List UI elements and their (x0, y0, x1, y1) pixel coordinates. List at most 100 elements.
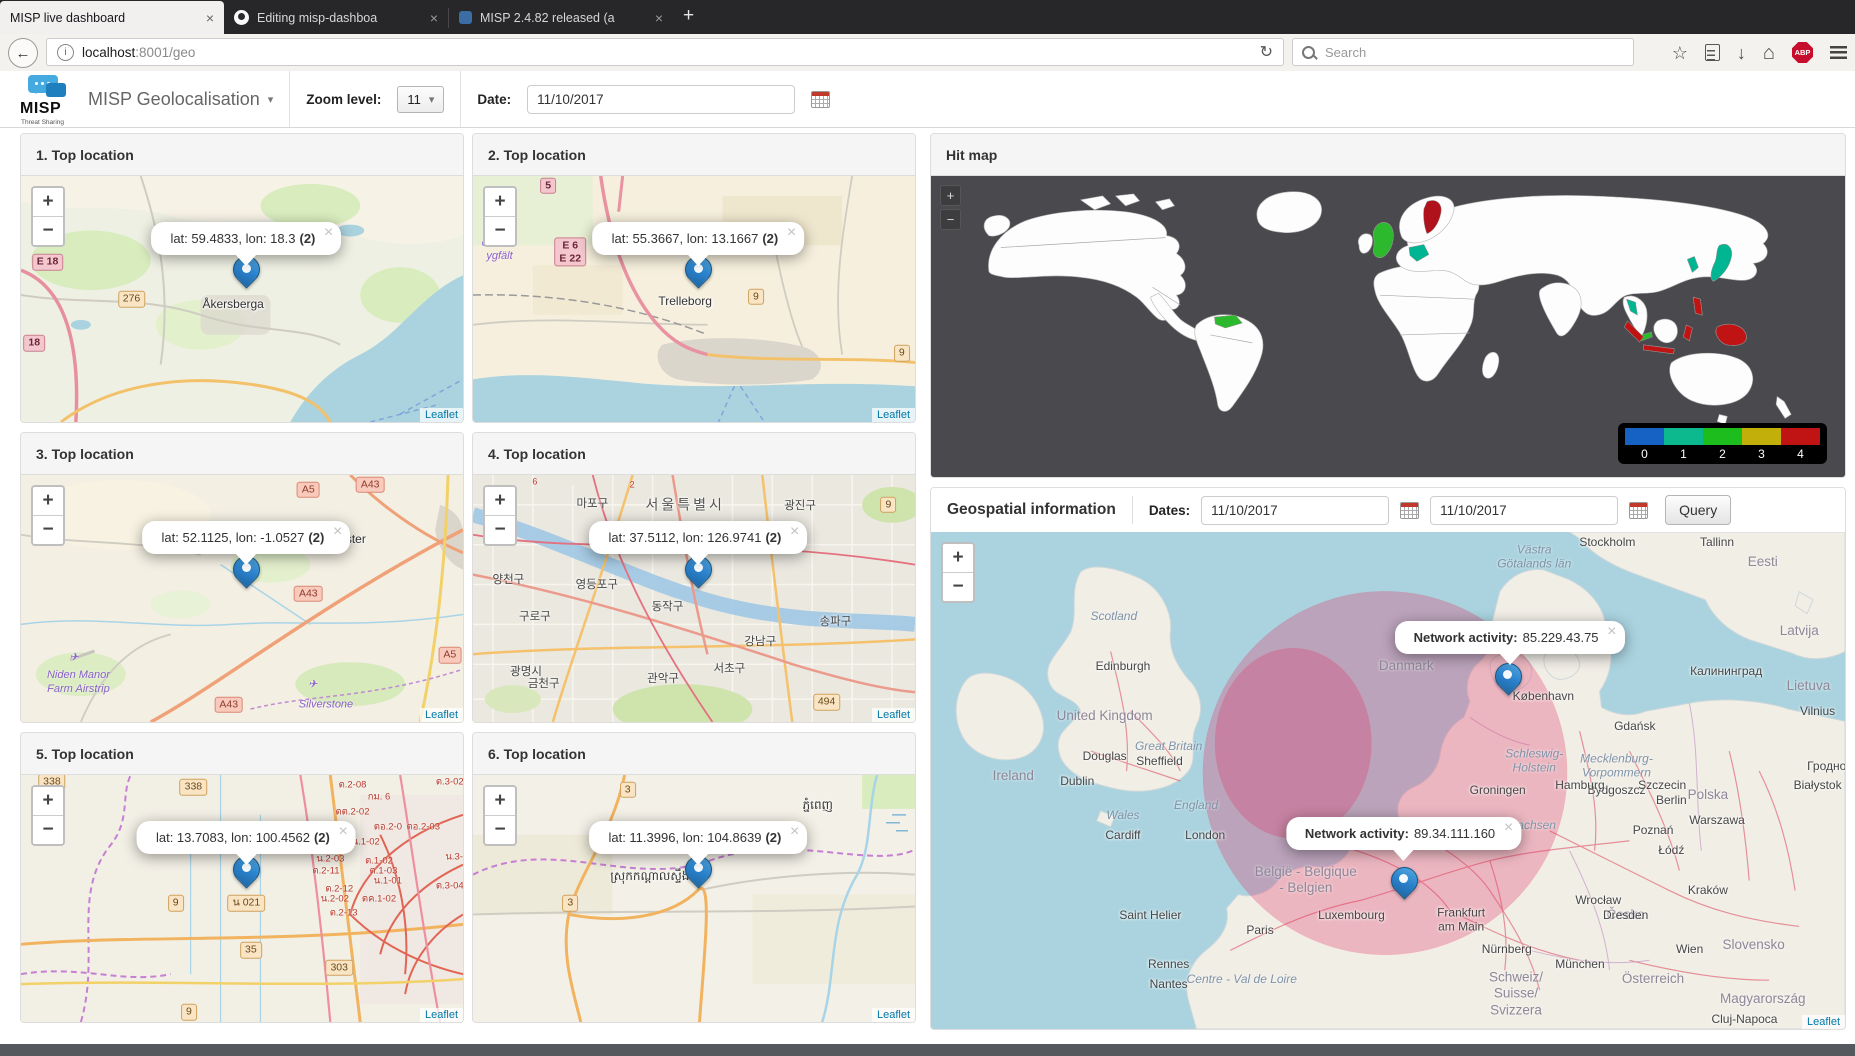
map-popup: × lat: 55.3667, lon: 13.1667(2) (593, 222, 805, 255)
popup-ip: 89.34.111.160 (1414, 826, 1495, 841)
new-tab-button[interactable]: + (673, 5, 708, 34)
hit-map[interactable]: + − 0 1 2 (931, 176, 1845, 477)
zoom-in-button[interactable]: + (485, 188, 515, 217)
zoom-control[interactable]: + − (483, 485, 517, 546)
zoom-out-button[interactable]: − (940, 209, 961, 230)
reload-icon[interactable]: ↻ (1260, 42, 1273, 62)
date-from-input[interactable] (1201, 496, 1389, 525)
leaflet-attribution[interactable]: Leaflet (420, 408, 463, 422)
zoom-out-button[interactable]: − (943, 573, 973, 601)
leaflet-map-4[interactable]: 마포구서울특별시광진구양천구영등포구동작구구로구광명시금천구관악구서초구강남구송… (473, 475, 915, 722)
map-labels: StockholmTallinnEestiVästra Götalands lä… (931, 532, 1845, 1029)
map-label: Danmark (1379, 658, 1434, 674)
zoom-out-button[interactable]: − (485, 217, 515, 245)
panel-title: Geospatial information (947, 501, 1116, 519)
zoom-control[interactable]: + − (941, 542, 975, 603)
zoom-out-button[interactable]: − (485, 816, 515, 844)
leaflet-attribution[interactable]: Leaflet (872, 708, 915, 722)
calendar-icon[interactable] (811, 91, 830, 108)
zoom-control[interactable]: + − (31, 186, 65, 247)
calendar-icon[interactable] (1400, 502, 1419, 519)
home-icon[interactable]: ⌂ (1763, 43, 1775, 63)
zoom-out-button[interactable]: − (33, 217, 63, 245)
map-label: Saint Helier (1119, 907, 1181, 921)
tab-close-icon[interactable]: × (655, 11, 663, 25)
popup-close-icon[interactable]: × (1504, 820, 1513, 836)
library-icon[interactable] (1705, 44, 1720, 61)
leaflet-attribution[interactable]: Leaflet (420, 1008, 463, 1022)
back-button[interactable]: ← (8, 38, 38, 68)
popup-close-icon[interactable]: × (1607, 624, 1616, 640)
panel-title: 3. Top location (21, 433, 463, 475)
leaflet-attribution[interactable]: Leaflet (872, 1008, 915, 1022)
zoom-in-button[interactable]: + (485, 487, 515, 516)
leaflet-attribution[interactable]: Leaflet (420, 708, 463, 722)
leaflet-map-2[interactable]: E 6 E 22599Trelleborgerslätts ygfält✈ + … (473, 176, 915, 422)
tab-editing-misp-dashboard[interactable]: Editing misp-dashboa × (224, 1, 448, 34)
zoom-in-button[interactable]: + (33, 787, 63, 816)
date-input[interactable] (527, 85, 795, 114)
zoom-in-button[interactable]: + (33, 188, 63, 217)
zoom-out-button[interactable]: − (33, 816, 63, 844)
map-label: England (1174, 798, 1218, 812)
leaflet-attribution[interactable]: Leaflet (872, 408, 915, 422)
map-label: Калининград (1690, 664, 1762, 678)
map-label: 송파구 (820, 616, 852, 630)
leaflet-map-1[interactable]: E 1827618Åkersberga + − × lat: 59.4833, … (21, 176, 463, 422)
map-label: Poznań (1633, 823, 1674, 837)
downloads-icon[interactable]: ↓ (1737, 44, 1746, 62)
popup-count: (2) (308, 530, 324, 545)
zoom-in-button[interactable]: + (33, 487, 63, 516)
misp-logo: MISP Threat Sharing (18, 74, 72, 124)
popup-close-icon[interactable]: × (333, 524, 342, 540)
map-label: 9 (181, 1004, 197, 1021)
zoom-in-button[interactable]: + (940, 185, 961, 206)
popup-close-icon[interactable]: × (790, 524, 799, 540)
date-to-input[interactable] (1430, 496, 1618, 525)
github-icon (234, 10, 249, 25)
search-bar[interactable] (1292, 38, 1634, 66)
zoom-in-button[interactable]: + (943, 544, 973, 573)
popup-close-icon[interactable]: × (790, 824, 799, 840)
zoom-level-select[interactable]: 11 ▾ (397, 86, 444, 113)
zoom-control[interactable]: + − (483, 785, 517, 846)
geospatial-map[interactable]: StockholmTallinnEestiVästra Götalands lä… (931, 532, 1845, 1029)
bookmark-star-icon[interactable]: ☆ (1672, 44, 1688, 62)
legend-item: 2 (1703, 428, 1742, 461)
zoom-control[interactable]: + − (31, 785, 65, 846)
zoom-out-button[interactable]: − (485, 516, 515, 544)
map-label: Centre - Val de Loire (1187, 972, 1297, 986)
panel-title: 5. Top location (21, 733, 463, 775)
zoom-control[interactable]: + − (940, 185, 961, 233)
zoom-in-button[interactable]: + (485, 787, 515, 816)
network-activity-marker[interactable] (1495, 663, 1521, 701)
leaflet-map-6[interactable]: 33ភ្នំពេញស្រុកកណ្ដាលស្ទឹង + − × lat: 11.… (473, 775, 915, 1022)
zoom-control[interactable]: + − (483, 186, 517, 247)
app-title-dropdown[interactable]: MISP Geolocalisation ▾ (88, 89, 273, 110)
map-label: Cluj-Napoca (1711, 1012, 1777, 1026)
popup-close-icon[interactable]: × (787, 225, 796, 241)
leaflet-attribution[interactable]: Leaflet (1802, 1015, 1845, 1029)
query-button[interactable]: Query (1665, 495, 1731, 525)
popup-close-icon[interactable]: × (338, 824, 347, 840)
map-label: 9 (894, 345, 910, 362)
zoom-out-button[interactable]: − (33, 516, 63, 544)
tab-close-icon[interactable]: × (430, 11, 438, 25)
popup-close-icon[interactable]: × (324, 225, 333, 241)
leaflet-map-3[interactable]: A5A43A43A5A43esterNiden Manor Farm Airst… (21, 475, 463, 722)
zoom-control[interactable]: + − (31, 485, 65, 546)
leaflet-map-5[interactable]: 3383389935303น 021ต.2-08กม. 6ตต.2-02ตอ.2… (21, 775, 463, 1022)
url-bar[interactable]: i localhost:8001/geo ↻ (46, 38, 1284, 66)
tab-misp-release[interactable]: MISP 2.4.82 released (a × (449, 1, 673, 34)
search-input[interactable] (1323, 44, 1624, 61)
menu-icon[interactable] (1830, 46, 1847, 59)
tab-close-icon[interactable]: × (206, 11, 214, 25)
adblock-icon[interactable]: ABP (1792, 42, 1813, 63)
calendar-icon[interactable] (1629, 502, 1648, 519)
map-popup: × lat: 37.5112, lon: 126.9741(2) (589, 521, 807, 554)
tab-misp-live-dashboard[interactable]: MISP live dashboard × (0, 1, 224, 34)
network-activity-marker[interactable] (1391, 867, 1417, 905)
info-icon[interactable]: i (57, 44, 74, 61)
logo-bubble-icon (46, 83, 66, 97)
map-label: Hamburg (1555, 778, 1604, 792)
